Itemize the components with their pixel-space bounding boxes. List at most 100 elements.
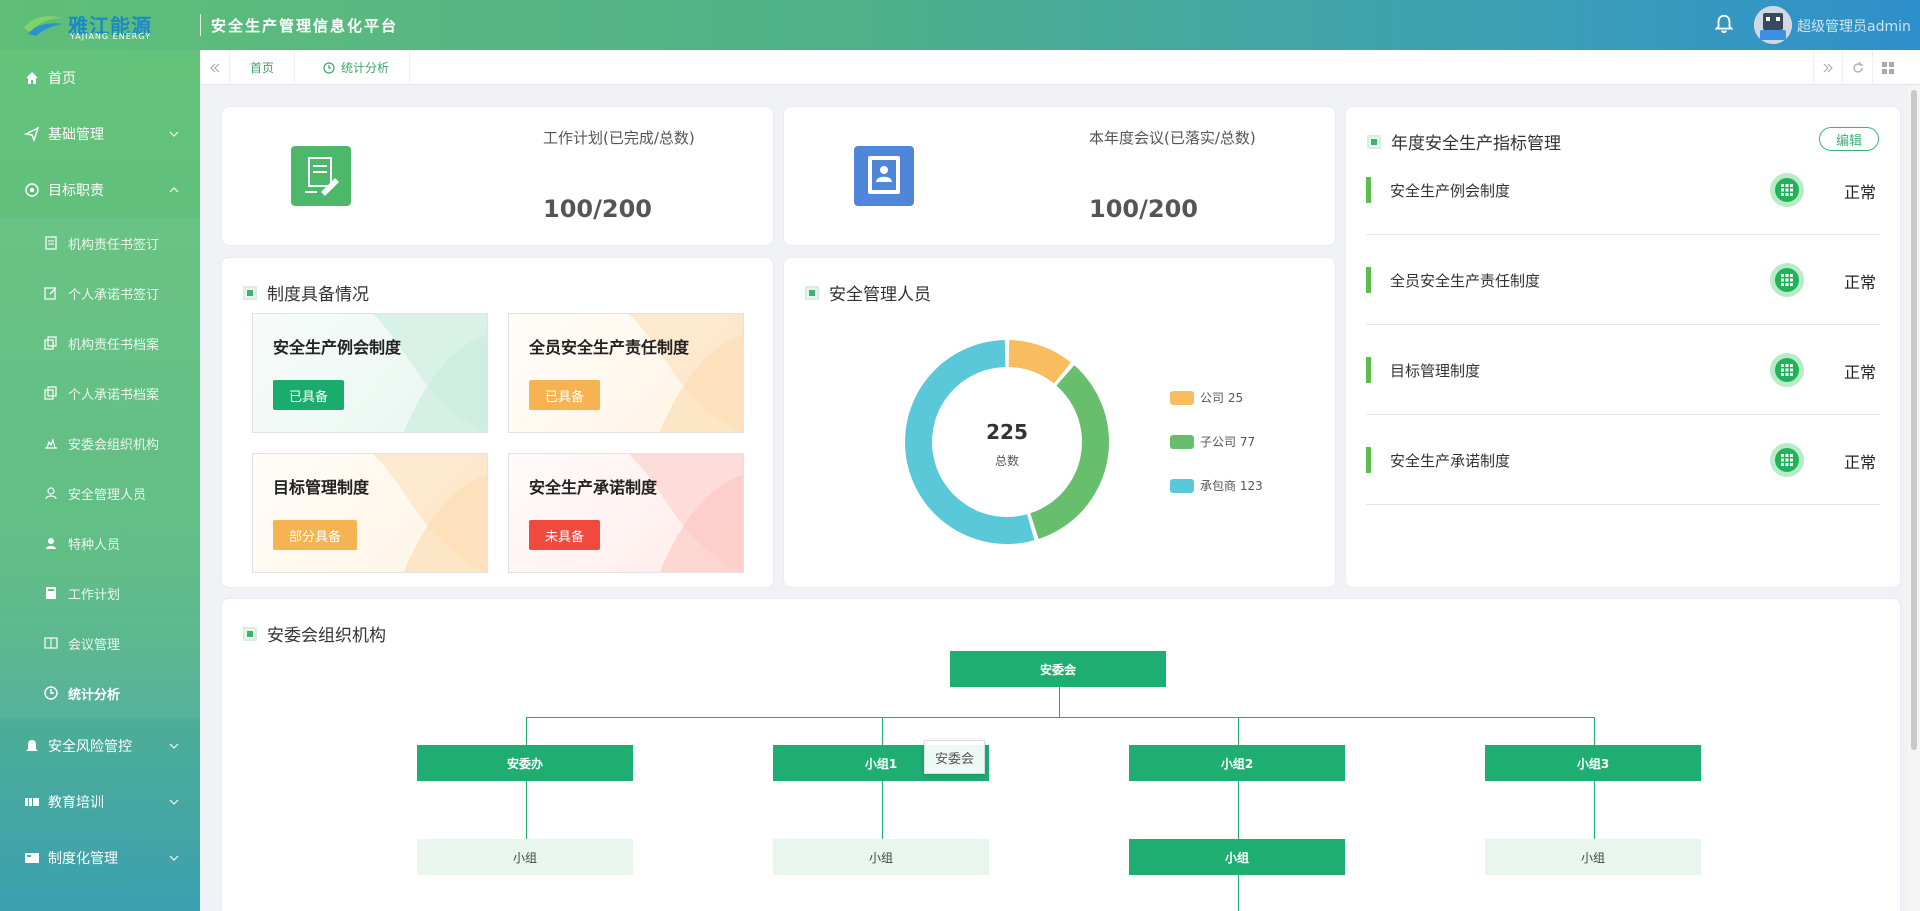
system-box[interactable]: 全员安全生产责任制度 已具备	[508, 313, 744, 433]
work-plan-label: 工作计划(已完成/总数)	[543, 129, 695, 147]
legend-label: 子公司 77	[1200, 435, 1256, 449]
copy-icon	[44, 386, 57, 400]
org-node-root[interactable]: 安委会	[950, 651, 1166, 687]
training-icon	[25, 798, 39, 806]
user-icon	[45, 487, 57, 500]
sidebar-subitem-active[interactable]: 统计分析	[0, 668, 200, 718]
org-node-level2[interactable]: 小组	[1129, 839, 1345, 875]
sidebar-subitem-label: 会议管理	[68, 637, 121, 653]
grid-menu-button[interactable]	[1873, 50, 1903, 85]
indicator-status-icon	[1770, 173, 1804, 207]
donut-slice-公司[interactable]	[1008, 340, 1071, 384]
sidebar-subitem-label: 统计分析	[68, 687, 121, 703]
logo-subtext: YAJIANG ENERGY	[70, 32, 151, 41]
sidebar-item-label: 目标职责	[48, 183, 104, 199]
sidebar-subitem[interactable]: 机构责任书档案	[0, 318, 200, 368]
sidebar-subitem[interactable]: 机构责任书签订	[0, 218, 200, 268]
indicator-status-icon	[1770, 443, 1804, 477]
clock-icon	[44, 686, 58, 700]
sidebar-item-home[interactable]: 首页	[0, 50, 200, 106]
org-node-level1[interactable]: 小组3	[1485, 745, 1701, 781]
refresh-button[interactable]	[1843, 50, 1873, 85]
sidebar-subitem[interactable]: 个人承诺书签订	[0, 268, 200, 318]
decorative-wave	[629, 314, 743, 432]
sidebar-item-label: 教育培训	[48, 795, 104, 811]
scrollbar-thumb[interactable]	[1911, 90, 1917, 750]
indicator-status: 正常	[1844, 183, 1877, 202]
legend-swatch	[1170, 478, 1194, 493]
tabs-bar: 首页 统计分析	[200, 50, 1920, 85]
meetings-label: 本年度会议(已落实/总数)	[1089, 129, 1256, 147]
double-chevron-right-icon	[1823, 63, 1833, 72]
tab-statistics[interactable]: 统计分析	[303, 50, 411, 85]
indicator-bar	[1366, 357, 1371, 383]
system-name: 全员安全生产责任制度	[529, 338, 690, 357]
legend-swatch	[1170, 390, 1194, 405]
logo[interactable]: 雅江能源 YAJIANG ENERGY	[22, 8, 162, 42]
section-square-icon	[243, 285, 257, 300]
org-connector	[1238, 717, 1239, 745]
sidebar-subitem[interactable]: 个人承诺书档案	[0, 368, 200, 418]
indicator-name: 安全生产例会制度	[1390, 182, 1511, 200]
sidebar-item-basic[interactable]: 基础管理	[0, 106, 200, 162]
org-node-level2[interactable]: 小组	[1485, 839, 1701, 875]
system-box[interactable]: 安全生产例会制度 已具备	[252, 313, 488, 433]
indicator-row[interactable]: 目标管理制度 正常	[1366, 325, 1880, 415]
tabs-scroll-right-button[interactable]	[1813, 50, 1843, 85]
notification-bell-icon[interactable]	[1713, 13, 1735, 35]
top-header: 雅江能源 YAJIANG ENERGY 安全生产管理信息化平台 超级管理员adm…	[0, 0, 1920, 50]
legend-item-subsidiary[interactable]: 子公司 77	[1170, 433, 1255, 450]
org-node-level1[interactable]: 安委办	[417, 745, 633, 781]
tab-home[interactable]: 首页	[230, 50, 296, 85]
sidebar-subitem-label: 个人承诺书签订	[68, 287, 160, 303]
tab-label: 统计分析	[341, 61, 390, 75]
sidebar-subitem[interactable]: 安委会组织机构	[0, 418, 200, 468]
double-chevron-left-icon	[209, 63, 219, 72]
sidebar-item-risk[interactable]: 安全风险管控	[0, 718, 200, 774]
personnel-title: 安全管理人员	[805, 280, 931, 305]
sidebar-subitem[interactable]: 特种人员	[0, 518, 200, 568]
work-plan-card: 工作计划(已完成/总数) 100/200	[221, 106, 774, 246]
legend-swatch	[1170, 434, 1194, 449]
sidebar-subitem-label: 安委会组织机构	[68, 437, 160, 453]
tabs-scroll-left-button[interactable]	[200, 50, 230, 85]
sidebar-item-training[interactable]: 教育培训	[0, 774, 200, 830]
indicator-bar	[1366, 267, 1371, 293]
indicator-row[interactable]: 全员安全生产责任制度 正常	[1366, 235, 1880, 325]
legend-label: 公司 25	[1200, 391, 1244, 405]
sidebar-subitem[interactable]: 工作计划	[0, 568, 200, 618]
donut-total-value: 225	[986, 420, 1028, 444]
indicator-status: 正常	[1844, 363, 1877, 382]
work-plan-value: 100/200	[543, 195, 652, 223]
indicator-name: 目标管理制度	[1390, 362, 1481, 380]
sidebar-item-target[interactable]: 目标职责	[0, 162, 200, 218]
sidebar-subitem[interactable]: 会议管理	[0, 618, 200, 668]
sidebar-item-system[interactable]: 制度化管理	[0, 830, 200, 886]
org-connector	[1238, 875, 1239, 911]
system-status-badge: 未具备	[529, 520, 601, 550]
indicator-status: 正常	[1844, 453, 1877, 472]
legend-item-contractor[interactable]: 承包商 123	[1170, 477, 1263, 494]
indicator-row[interactable]: 安全生产承诺制度 正常	[1366, 415, 1880, 505]
tab-label: 首页	[250, 61, 275, 75]
org-node-level2[interactable]: 小组	[773, 839, 989, 875]
legend-item-company[interactable]: 公司 25	[1170, 389, 1243, 406]
sidebar-subitem[interactable]: 安全管理人员	[0, 468, 200, 518]
org-connector	[526, 717, 1594, 718]
org-node-level1[interactable]: 小组2	[1129, 745, 1345, 781]
indicator-row[interactable]: 安全生产例会制度 正常	[1366, 145, 1880, 235]
edit-button[interactable]: 编辑	[1819, 127, 1879, 151]
grid-icon	[1882, 61, 1894, 74]
systems-title-text: 制度具备情况	[267, 285, 369, 305]
org-title-text: 安委会组织机构	[267, 626, 386, 646]
header-divider	[200, 14, 201, 36]
org-node-level2[interactable]: 小组	[417, 839, 633, 875]
avatar-robot-icon	[1754, 6, 1792, 44]
system-box[interactable]: 安全生产承诺制度 未具备	[508, 453, 744, 573]
user-name[interactable]: 超级管理员admin	[1797, 16, 1911, 36]
system-box[interactable]: 目标管理制度 部分具备	[252, 453, 488, 573]
page-scrollbar[interactable]	[1908, 86, 1920, 911]
system-status-badge: 已具备	[273, 380, 345, 410]
user-avatar[interactable]	[1754, 6, 1792, 44]
work-plan-icon	[291, 146, 351, 206]
